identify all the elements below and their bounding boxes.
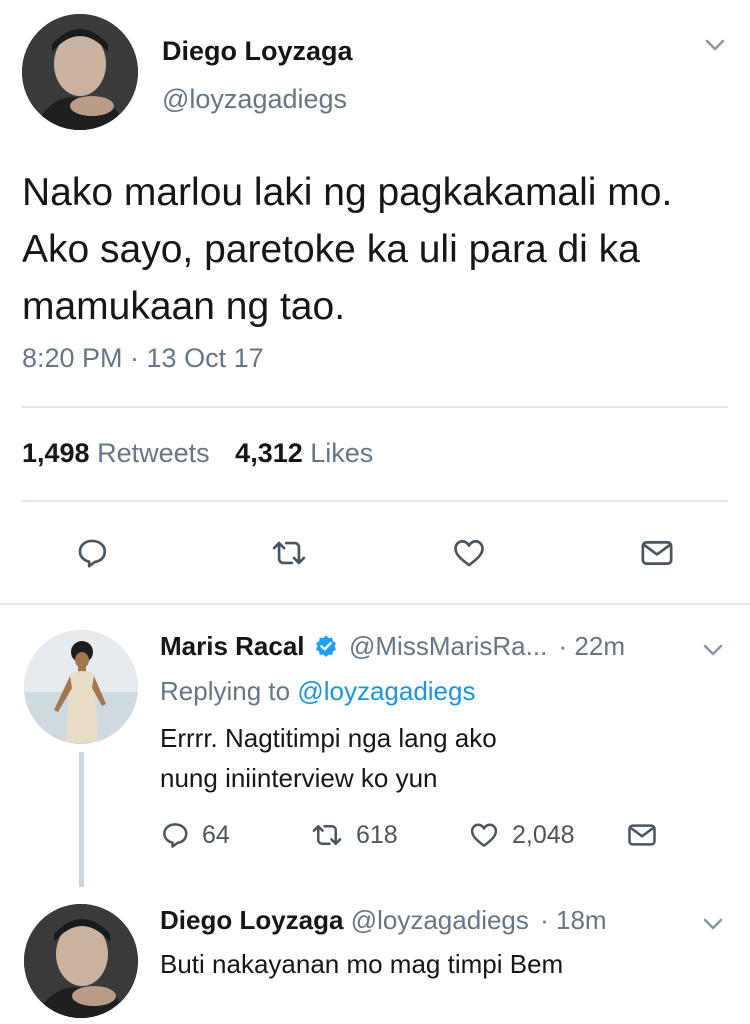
divider (22, 406, 728, 408)
reply-icon (78, 539, 107, 568)
author-handle[interactable]: @loyzagadiegs (351, 905, 529, 935)
author-name[interactable]: Diego Loyzaga (162, 36, 353, 67)
tweet-stats: 1,498 Retweets 4,312 Likes (22, 438, 373, 469)
dm-icon (628, 824, 656, 846)
avatar[interactable] (24, 904, 138, 1018)
reply-header: Diego Loyzaga @loyzagadiegs · 18m (160, 905, 607, 936)
avatar-photo (24, 630, 138, 744)
reply-action[interactable]: 64 (160, 818, 230, 852)
chevron-down-icon[interactable] (702, 34, 728, 56)
replying-to-label: Replying to (160, 676, 291, 706)
reply-time[interactable]: · 22m (559, 631, 625, 661)
reply-text: Errrr. Nagtitimpi nga lang ako nung inii… (160, 723, 497, 793)
chevron-down-icon[interactable] (700, 914, 726, 934)
likes-stat[interactable]: 4,312 Likes (235, 438, 373, 468)
like-button[interactable] (448, 533, 490, 573)
tweet-text: Nako marlou laki ng pagkakamali mo. Ako … (22, 171, 673, 328)
retweet-button[interactable] (267, 533, 311, 573)
tweet-timestamp[interactable]: 8:20 PM · 13 Oct 17 (22, 343, 264, 374)
like-count: 2,048 (512, 820, 575, 849)
retweets-stat[interactable]: 1,498 Retweets (22, 438, 217, 468)
like-action[interactable]: 2,048 (468, 818, 575, 852)
reply-button[interactable] (72, 533, 112, 573)
replying-to: Replying to @loyzagadiegs (160, 676, 475, 707)
retweets-label: Retweets (97, 438, 210, 468)
retweets-count: 1,498 (22, 438, 90, 468)
likes-count: 4,312 (235, 438, 303, 468)
avatar[interactable] (22, 14, 138, 130)
dm-action[interactable] (624, 818, 660, 852)
chevron-down-icon[interactable] (700, 640, 726, 660)
author-handle[interactable]: @loyzagadiegs (162, 84, 347, 115)
thread-line (79, 752, 84, 887)
like-icon (470, 823, 498, 847)
dm-icon (641, 541, 673, 565)
avatar-photo (24, 904, 138, 1018)
reply-header: Maris Racal @MissMarisRa... · 22m (160, 631, 625, 665)
retweet-icon (272, 541, 306, 565)
reply-icon (163, 823, 188, 848)
dm-button[interactable] (636, 533, 678, 573)
author-name[interactable]: Diego Loyzaga (160, 905, 343, 935)
reply-text: Buti nakayanan mo mag timpi Bem (160, 949, 564, 979)
verified-badge-icon (314, 634, 338, 665)
author-name[interactable]: Maris Racal (160, 631, 305, 661)
likes-label: Likes (310, 438, 374, 468)
avatar-photo (22, 14, 138, 130)
reply-count: 64 (202, 820, 230, 849)
divider (22, 500, 728, 502)
author-handle[interactable]: @MissMarisRa... (349, 631, 547, 661)
retweet-count: 618 (356, 820, 398, 849)
like-icon (454, 540, 484, 567)
replying-to-handle[interactable]: @loyzagadiegs (297, 676, 475, 706)
section-divider (0, 603, 750, 605)
reply-time[interactable]: · 18m (540, 905, 606, 935)
retweet-action[interactable]: 618 (310, 818, 398, 852)
retweet-icon (312, 825, 342, 845)
avatar[interactable] (24, 630, 138, 744)
